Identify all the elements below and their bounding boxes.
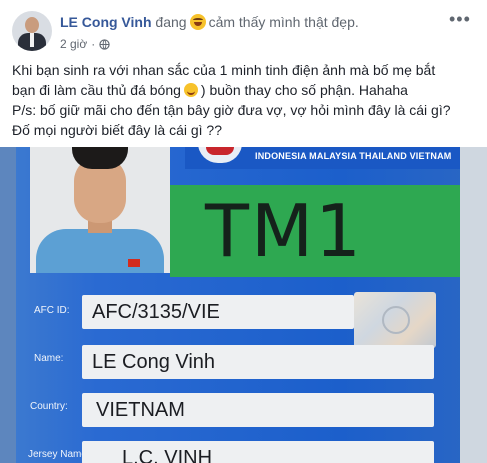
card-right-edge (460, 147, 487, 463)
feeling-prefix: đang (155, 14, 187, 30)
more-options-icon[interactable]: ••• (449, 10, 471, 28)
post-text-line: Đố mọi người biết đây là cái gì ?? (12, 122, 222, 138)
post-text-line: bạn đi làm cầu thủ đá bóng ) buồn thay ch… (12, 80, 477, 100)
meta-separator: · (91, 37, 96, 51)
author-avatar[interactable] (12, 11, 52, 51)
afc-id-value: AFC/3135/VIE (92, 301, 220, 323)
post-text-fragment: ) buồn thay cho số phận. Hahaha (200, 82, 408, 98)
facebook-post: LE Cong Vinh đang cảm thấy mình thật đẹp.… (0, 0, 487, 463)
team-code: TM1 (205, 189, 363, 273)
card-left-edge (0, 147, 16, 463)
vietnam-flag-icon (128, 259, 140, 267)
jersey-name-value: L.C. VINH (122, 447, 213, 463)
country-label: Country: (30, 401, 68, 412)
name-value: LE Cong Vinh (92, 351, 216, 373)
post-meta: 2 giờ · (60, 37, 110, 51)
player-shirt (36, 229, 164, 273)
hologram-sticker (354, 292, 436, 348)
post-time-link[interactable]: 2 giờ (60, 37, 87, 51)
host-countries: INDONESIA MALAYSIA THAILAND VIETNAM (255, 151, 452, 161)
player-photo (30, 147, 170, 273)
afc-id-label: AFC ID: (34, 305, 70, 316)
post-header: LE Cong Vinh đang cảm thấy mình thật đẹp. (60, 14, 359, 30)
feeling-text: cảm thấy mình thật đẹp. (208, 14, 359, 30)
post-text: Khi bạn sinh ra với nhan sắc của 1 minh … (12, 60, 477, 140)
country-value: VIETNAM (96, 399, 185, 421)
name-label: Name: (34, 353, 64, 364)
avatar-shirt (30, 33, 34, 47)
post-photo[interactable]: INDONESIA MALAYSIA THAILAND VIETNAM TM1 … (0, 147, 487, 463)
post-text-line: P/s: bố giữ mãi cho đến tận bây giờ đưa … (12, 102, 451, 118)
country-box: VIETNAM (82, 393, 434, 427)
post-text-line: Khi bạn sinh ra với nhan sắc của 1 minh … (12, 62, 436, 78)
laughing-emoji-icon (189, 14, 206, 30)
globe-icon[interactable] (99, 38, 110, 50)
smiling-emoji-icon (183, 83, 198, 97)
author-name-link[interactable]: LE Cong Vinh (60, 14, 152, 30)
jersey-name-label: Jersey Name: (28, 449, 90, 460)
afc-id-box: AFC/3135/VIE (82, 295, 354, 329)
post-text-fragment: bạn đi làm cầu thủ đá bóng (12, 82, 181, 98)
name-box: LE Cong Vinh (82, 345, 434, 379)
avatar-head (25, 17, 39, 33)
jersey-name-box: L.C. VINH (82, 441, 434, 463)
